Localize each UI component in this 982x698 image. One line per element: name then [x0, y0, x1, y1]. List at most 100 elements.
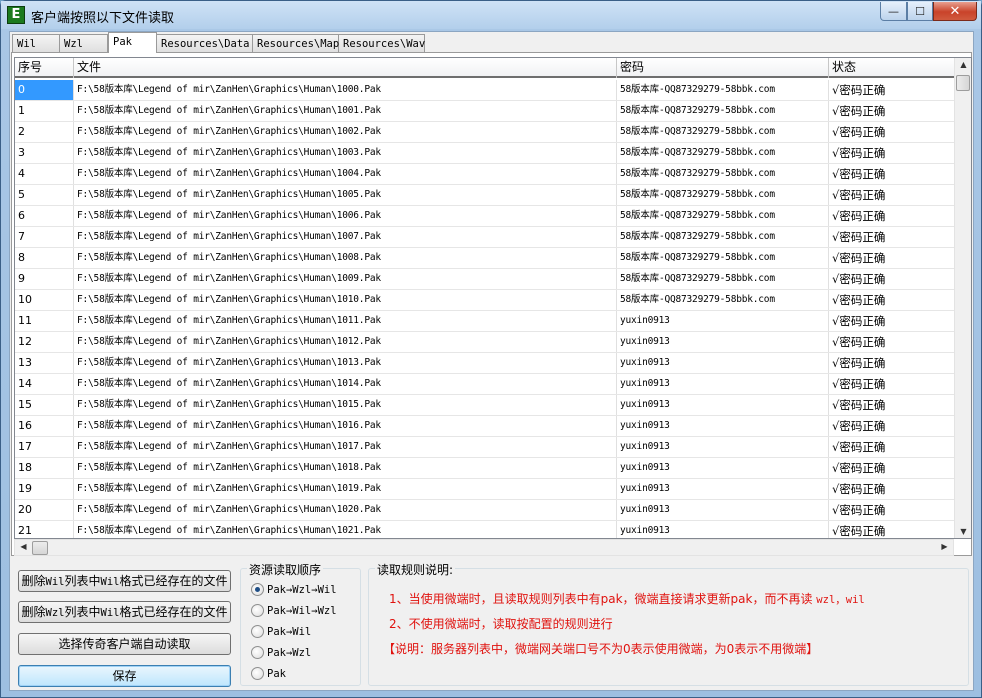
btn-text: 删除 [21, 605, 46, 619]
radio-label: Pak→Wil [267, 625, 312, 638]
table-row[interactable]: 10 F:\58版本库\Legend of mir\ZanHen\Graphics… [15, 290, 955, 311]
table-row[interactable]: 16 F:\58版本库\Legend of mir\ZanHen\Graphics… [15, 416, 955, 437]
window-title: 客户端按照以下文件读取 [31, 11, 175, 26]
tab-wzl[interactable]: Wzl [60, 34, 108, 53]
title-bar[interactable]: E 客户端按照以下文件读取 — ☐ ✕ [1, 1, 981, 29]
cell-file: F:\58版本库\Legend of mir\ZanHen\Graphics\H… [74, 437, 617, 457]
table-row[interactable]: 1 F:\58版本库\Legend of mir\ZanHen\Graphics\… [15, 101, 955, 122]
table-row[interactable]: 11 F:\58版本库\Legend of mir\ZanHen\Graphics… [15, 311, 955, 332]
column-header-index[interactable]: 序号 [15, 58, 74, 78]
horizontal-scroll-thumb[interactable] [32, 541, 48, 555]
cell-file: F:\58版本库\Legend of mir\ZanHen\Graphics\H… [74, 122, 617, 142]
table-row[interactable]: 5 F:\58版本库\Legend of mir\ZanHen\Graphics\… [15, 185, 955, 206]
cell-status: √密码正确 [829, 269, 955, 289]
save-button[interactable]: 保存 [18, 665, 231, 687]
vertical-scroll-thumb[interactable] [956, 75, 970, 91]
table-row[interactable]: 0 F:\58版本库\Legend of mir\ZanHen\Graphics\… [15, 80, 955, 101]
cell-password: yuxin0913 [617, 311, 829, 331]
cell-index: 14 [15, 374, 74, 394]
read-order-option[interactable]: Pak [251, 667, 286, 680]
table-row[interactable]: 18 F:\58版本库\Legend of mir\ZanHen\Graphics… [15, 458, 955, 479]
scroll-right-icon[interactable]: ▶ [937, 542, 952, 551]
table-row[interactable]: 13 F:\58版本库\Legend of mir\ZanHen\Graphics… [15, 353, 955, 374]
table-row[interactable]: 3 F:\58版本库\Legend of mir\ZanHen\Graphics\… [15, 143, 955, 164]
btn-code: Wil [45, 576, 65, 588]
table-row[interactable]: 14 F:\58版本库\Legend of mir\ZanHen\Graphics… [15, 374, 955, 395]
rule-line-1-text: 1、当使用微端时，且读取规则列表中有pak，微端直接请求更新pak，而不再读 [389, 592, 817, 606]
tab-resources-data[interactable]: Resources\Data [157, 34, 253, 53]
maximize-button[interactable]: ☐ [907, 2, 933, 21]
scroll-down-icon[interactable]: ▼ [956, 527, 971, 536]
minimize-button[interactable]: — [880, 2, 907, 21]
cell-password: 58版本库-QQ87329279-58bbk.com [617, 185, 829, 205]
btn-code: Wil [100, 607, 120, 619]
delete-wzl-existing-button[interactable]: 删除Wzl列表中Wil格式已经存在的文件 [18, 601, 231, 623]
cell-index: 4 [15, 164, 74, 184]
cell-password: yuxin0913 [617, 395, 829, 415]
radio-button[interactable] [251, 604, 264, 617]
cell-index: 11 [15, 311, 74, 331]
cell-index: 15 [15, 395, 74, 415]
cell-file: F:\58版本库\Legend of mir\ZanHen\Graphics\H… [74, 290, 617, 310]
radio-button[interactable] [251, 667, 264, 680]
table-row[interactable]: 20 F:\58版本库\Legend of mir\ZanHen\Graphics… [15, 500, 955, 521]
cell-password: yuxin0913 [617, 479, 829, 499]
table-row[interactable]: 12 F:\58版本库\Legend of mir\ZanHen\Graphics… [15, 332, 955, 353]
read-order-option[interactable]: Pak→Wzl [251, 646, 311, 659]
btn-code: Wil [100, 576, 120, 588]
scroll-left-icon[interactable]: ◀ [16, 542, 31, 551]
cell-file: F:\58版本库\Legend of mir\ZanHen\Graphics\H… [74, 374, 617, 394]
column-header-password[interactable]: 密码 [617, 58, 829, 78]
column-header-file[interactable]: 文件 [74, 58, 617, 78]
table-row[interactable]: 21 F:\58版本库\Legend of mir\ZanHen\Graphics… [15, 521, 955, 538]
table-row[interactable]: 9 F:\58版本库\Legend of mir\ZanHen\Graphics\… [15, 269, 955, 290]
read-order-option[interactable]: Pak→Wzl→Wil [251, 583, 337, 596]
table-row[interactable]: 15 F:\58版本库\Legend of mir\ZanHen\Graphics… [15, 395, 955, 416]
cell-index: 7 [15, 227, 74, 247]
cell-file: F:\58版本库\Legend of mir\ZanHen\Graphics\H… [74, 185, 617, 205]
cell-status: √密码正确 [829, 290, 955, 310]
btn-text: 删除 [21, 574, 46, 588]
select-client-auto-read-button[interactable]: 选择传奇客户端自动读取 [18, 633, 231, 655]
radio-button[interactable] [251, 583, 264, 596]
btn-text: 列表中 [64, 574, 101, 588]
cell-status: √密码正确 [829, 143, 955, 163]
tab-resources-map[interactable]: Resources\Map [253, 34, 339, 53]
cell-index: 19 [15, 479, 74, 499]
btn-text: 列表中 [64, 605, 101, 619]
file-list-table[interactable]: 序号 文件 密码 状态 0 F:\58版本库\Legend of mir\ZanH… [14, 57, 972, 539]
table-row[interactable]: 19 F:\58版本库\Legend of mir\ZanHen\Graphics… [15, 479, 955, 500]
table-row[interactable]: 2 F:\58版本库\Legend of mir\ZanHen\Graphics\… [15, 122, 955, 143]
read-order-option[interactable]: Pak→Wil→Wzl [251, 604, 337, 617]
horizontal-scrollbar[interactable]: ◀ ▶ [14, 539, 954, 556]
delete-wil-existing-button[interactable]: 删除Wil列表中Wil格式已经存在的文件 [18, 570, 231, 592]
read-order-option[interactable]: Pak→Wil [251, 625, 311, 638]
tab-resources-wav[interactable]: Resources\Wav [339, 34, 425, 53]
cell-status: √密码正确 [829, 80, 955, 100]
cell-status: √密码正确 [829, 416, 955, 436]
table-body: 0 F:\58版本库\Legend of mir\ZanHen\Graphics\… [15, 80, 955, 538]
table-row[interactable]: 8 F:\58版本库\Legend of mir\ZanHen\Graphics\… [15, 248, 955, 269]
table-row[interactable]: 6 F:\58版本库\Legend of mir\ZanHen\Graphics\… [15, 206, 955, 227]
close-button[interactable]: ✕ [933, 2, 977, 21]
tab-pak[interactable]: Pak [108, 32, 157, 53]
cell-password: 58版本库-QQ87329279-58bbk.com [617, 227, 829, 247]
radio-button[interactable] [251, 625, 264, 638]
cell-status: √密码正确 [829, 206, 955, 226]
table-row[interactable]: 4 F:\58版本库\Legend of mir\ZanHen\Graphics\… [15, 164, 955, 185]
vertical-scrollbar[interactable]: ▲ ▼ [954, 58, 971, 538]
column-header-status[interactable]: 状态 [829, 58, 955, 78]
cell-file: F:\58版本库\Legend of mir\ZanHen\Graphics\H… [74, 248, 617, 268]
cell-password: yuxin0913 [617, 521, 829, 538]
scroll-up-icon[interactable]: ▲ [956, 60, 971, 69]
table-row[interactable]: 7 F:\58版本库\Legend of mir\ZanHen\Graphics\… [15, 227, 955, 248]
cell-status: √密码正确 [829, 479, 955, 499]
client-area: Wil Wzl Pak Resources\Data Resources\Map Reso… [9, 31, 974, 691]
cell-index: 9 [15, 269, 74, 289]
radio-button[interactable] [251, 646, 264, 659]
radio-label: Pak [267, 667, 286, 680]
maximize-icon: ☐ [915, 4, 925, 18]
cell-index: 21 [15, 521, 74, 538]
tab-wil[interactable]: Wil [12, 34, 60, 53]
table-row[interactable]: 17 F:\58版本库\Legend of mir\ZanHen\Graphics… [15, 437, 955, 458]
